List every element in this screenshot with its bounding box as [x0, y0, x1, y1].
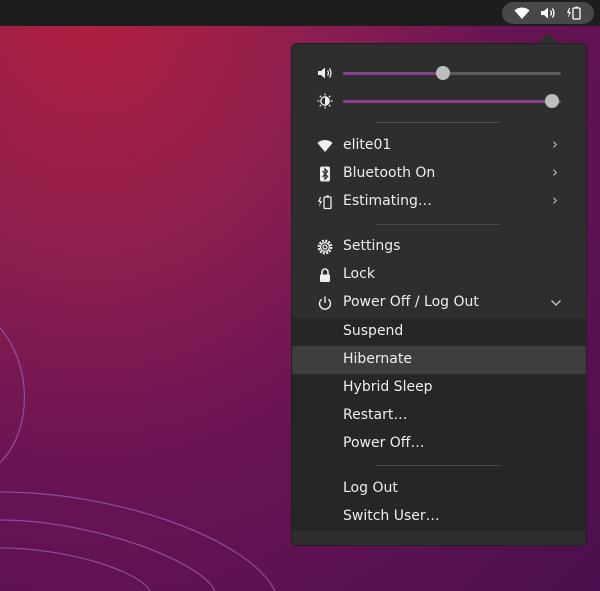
log-out-item[interactable]: Log Out — [292, 475, 586, 503]
power-icon — [318, 296, 332, 310]
battery-item[interactable]: Estimating… › — [292, 188, 586, 216]
restart-label: Restart… — [343, 407, 408, 423]
volume-icon — [318, 67, 332, 79]
separator — [375, 224, 500, 225]
system-menu: elite01 › Bluetooth On › Estimating… › S… — [291, 43, 587, 546]
wifi-icon — [514, 7, 530, 19]
volume-track[interactable] — [343, 66, 561, 80]
brightness-icon — [317, 93, 333, 109]
brightness-slider[interactable] — [292, 87, 586, 115]
volume-slider[interactable] — [292, 59, 586, 87]
hybrid-sleep-label: Hybrid Sleep — [343, 379, 433, 395]
bluetooth-item[interactable]: Bluetooth On › — [292, 160, 586, 188]
separator — [375, 122, 500, 123]
battery-label: Estimating… — [343, 193, 432, 209]
chevron-down-icon — [550, 299, 562, 307]
hibernate-item[interactable]: Hibernate — [292, 346, 586, 374]
gear-icon — [317, 239, 333, 255]
system-tray[interactable] — [502, 2, 594, 24]
separator — [375, 465, 500, 466]
power-menu-toggle[interactable]: Power Off / Log Out — [292, 289, 586, 317]
settings-item[interactable]: Settings — [292, 233, 586, 261]
switch-user-label: Switch User… — [343, 508, 440, 524]
battery-icon — [318, 195, 332, 210]
chevron-right-icon: › — [552, 163, 558, 181]
brightness-fill — [343, 100, 553, 103]
restart-item[interactable]: Restart… — [292, 402, 586, 430]
power-off-item[interactable]: Power Off… — [292, 430, 586, 458]
network-item[interactable]: elite01 › — [292, 132, 586, 160]
suspend-item[interactable]: Suspend — [292, 318, 586, 346]
top-bar — [0, 0, 600, 26]
lock-icon — [320, 268, 330, 282]
battery-icon — [567, 6, 581, 20]
wifi-icon — [317, 140, 333, 152]
log-out-label: Log Out — [343, 480, 398, 496]
hybrid-sleep-item[interactable]: Hybrid Sleep — [292, 374, 586, 402]
lock-label: Lock — [343, 266, 375, 282]
settings-label: Settings — [343, 238, 401, 254]
brightness-track[interactable] — [343, 94, 561, 108]
bluetooth-icon — [320, 166, 330, 182]
power-label: Power Off / Log Out — [343, 294, 479, 310]
switch-user-item[interactable]: Switch User… — [292, 503, 586, 531]
chevron-right-icon: › — [552, 135, 558, 153]
power-off-label: Power Off… — [343, 435, 425, 451]
brightness-knob[interactable] — [545, 94, 560, 108]
bluetooth-label: Bluetooth On — [343, 165, 436, 181]
network-label: elite01 — [343, 137, 392, 153]
volume-fill — [343, 72, 444, 75]
volume-knob[interactable] — [436, 66, 451, 80]
lock-item[interactable]: Lock — [292, 261, 586, 289]
volume-icon — [541, 7, 555, 19]
hibernate-label: Hibernate — [343, 351, 412, 367]
chevron-right-icon: › — [552, 191, 558, 209]
suspend-label: Suspend — [343, 323, 404, 339]
